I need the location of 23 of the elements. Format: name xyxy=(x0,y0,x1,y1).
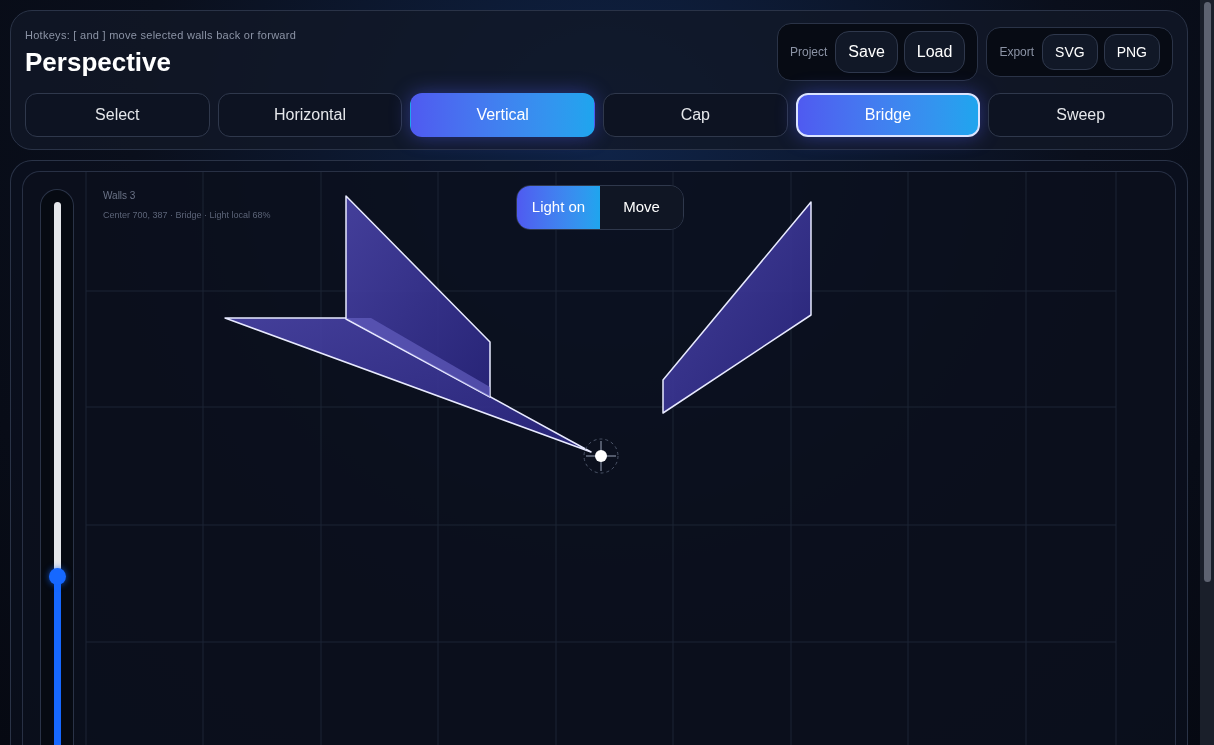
page-title: Perspective xyxy=(25,48,172,75)
mode-tab[interactable]: Sweep xyxy=(988,93,1173,137)
group-label: Project xyxy=(789,44,828,61)
walls-count: Walls 3 xyxy=(103,189,137,203)
floor-wall-shape[interactable] xyxy=(224,317,592,453)
mode-tab[interactable]: Bridge xyxy=(795,93,981,137)
project-button[interactable]: Save xyxy=(835,31,898,73)
right-wall-shape[interactable] xyxy=(662,201,812,414)
mode-tab[interactable]: Vertical xyxy=(410,93,595,137)
export-button[interactable]: PNG xyxy=(1103,34,1160,70)
mode-tab[interactable]: Horizontal xyxy=(217,93,403,137)
hotkeys-hint: Hotkeys: [ and ] move selected walls back or forward xyxy=(25,28,297,43)
mode-tab[interactable]: Select xyxy=(25,93,210,137)
vertical-wall-shape[interactable] xyxy=(345,195,491,398)
light-source-icon[interactable] xyxy=(583,438,619,474)
slider-thumb[interactable] xyxy=(49,567,66,585)
group-label: Export xyxy=(999,44,1035,61)
project-button[interactable]: Load xyxy=(903,31,966,73)
mode-tab[interactable]: Cap xyxy=(603,93,788,137)
canvas-info: Center 700, 387 · Bridge · Light local 68% xyxy=(103,209,271,222)
toggle-segment[interactable]: Light on xyxy=(517,186,600,229)
scrollbar-thumb[interactable] xyxy=(1203,2,1211,582)
export-button[interactable]: SVG xyxy=(1042,34,1098,70)
